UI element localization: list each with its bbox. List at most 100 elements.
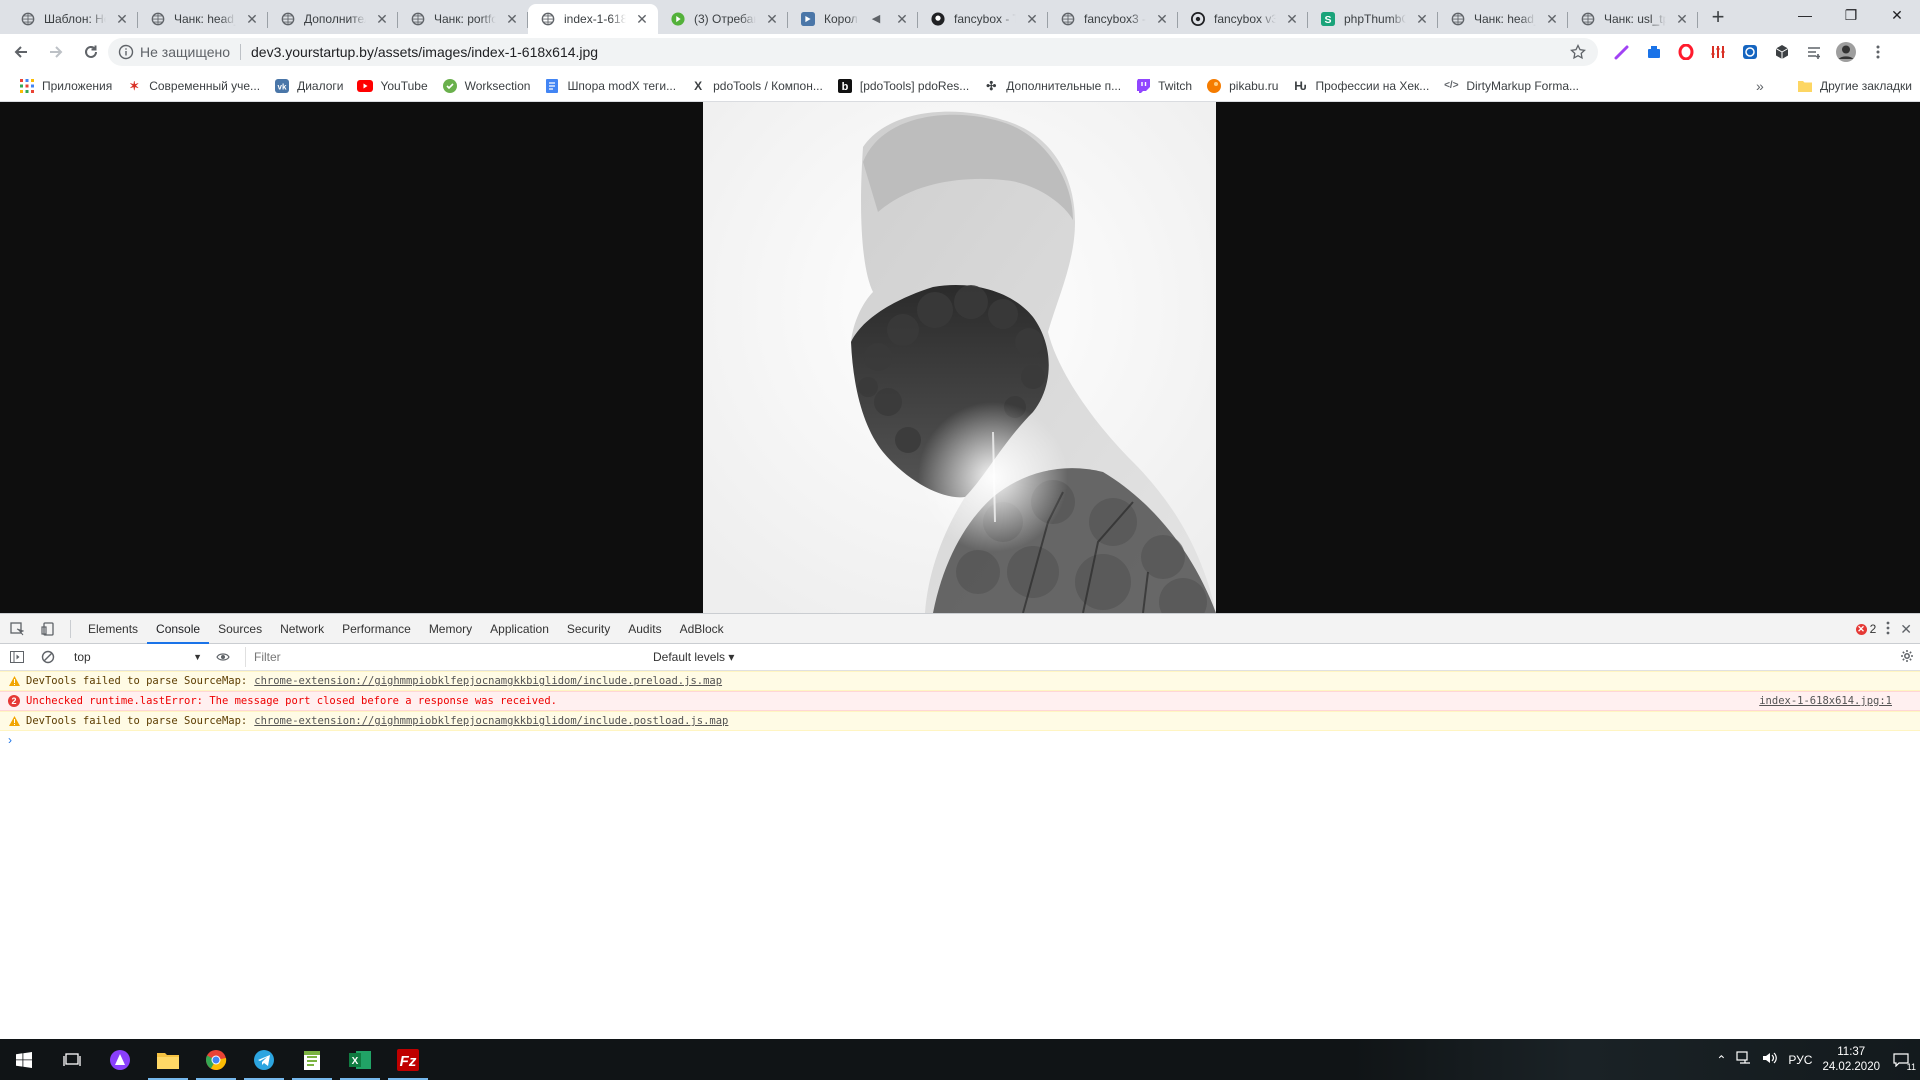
volume-icon[interactable]: [1762, 1051, 1778, 1068]
close-tab-icon[interactable]: ✕: [374, 11, 390, 27]
new-tab-button[interactable]: +: [1704, 4, 1732, 32]
close-tab-icon[interactable]: ✕: [1674, 11, 1690, 27]
notepad-plus-icon[interactable]: [288, 1039, 336, 1080]
alice-icon[interactable]: [96, 1039, 144, 1080]
browser-tab[interactable]: Чанк: head_tpl ✕: [1438, 4, 1568, 34]
file-explorer-icon[interactable]: [144, 1039, 192, 1080]
devtools-tab-memory[interactable]: Memory: [420, 614, 481, 644]
minimize-button[interactable]: —: [1782, 0, 1828, 30]
bookmark-item[interactable]: Ԋ Профессии на Хек...: [1285, 72, 1436, 100]
bookmark-item[interactable]: YouTube: [350, 72, 434, 100]
equalizer-extension-icon[interactable]: [1706, 38, 1730, 66]
windows-start-icon[interactable]: [0, 1039, 48, 1080]
console-prompt[interactable]: ›: [0, 731, 1920, 749]
reload-button[interactable]: [77, 38, 105, 66]
input-language[interactable]: РУС: [1788, 1053, 1812, 1067]
devtools-menu-icon[interactable]: [1886, 621, 1890, 638]
show-sidebar-icon[interactable]: [3, 643, 31, 671]
security-label[interactable]: Не защищено: [140, 44, 230, 60]
action-center-icon[interactable]: 11: [1890, 1050, 1916, 1072]
browser-tab[interactable]: Чанк: head_tpl ✕: [138, 4, 268, 34]
reading-list-icon[interactable]: [1802, 38, 1826, 66]
device-toolbar-icon[interactable]: [34, 615, 62, 643]
close-window-button[interactable]: ✕: [1874, 0, 1920, 30]
close-tab-icon[interactable]: ✕: [764, 11, 780, 27]
console-settings-gear-icon[interactable]: [1900, 649, 1914, 666]
sourcemap-link[interactable]: chrome-extension://gighmmpiobklfepjocnam…: [254, 715, 728, 727]
close-tab-icon[interactable]: ✕: [1414, 11, 1430, 27]
message-source-link[interactable]: index-1-618x614.jpg:1: [1759, 695, 1892, 707]
devtools-tab-security[interactable]: Security: [558, 614, 619, 644]
browser-tab[interactable]: fancybox v3 ✕: [1178, 4, 1308, 34]
browser-tab[interactable]: Дополнительные ✕: [268, 4, 398, 34]
devtools-tab-network[interactable]: Network: [271, 614, 333, 644]
task-view-icon[interactable]: [48, 1039, 96, 1080]
bookmark-apps[interactable]: Приложения: [12, 72, 119, 100]
close-tab-icon[interactable]: ✕: [1284, 11, 1300, 27]
back-button[interactable]: [7, 38, 35, 66]
devtools-tab-elements[interactable]: Elements: [79, 614, 147, 644]
inspect-element-icon[interactable]: [3, 615, 31, 643]
devtools-tab-sources[interactable]: Sources: [209, 614, 271, 644]
close-tab-icon[interactable]: ✕: [894, 11, 910, 27]
browser-tab[interactable]: Чанк: usl_tpl ✕: [1568, 4, 1698, 34]
close-tab-icon[interactable]: ✕: [1024, 11, 1040, 27]
close-tab-icon[interactable]: ✕: [634, 11, 650, 27]
bookmark-item[interactable]: Twitch: [1128, 72, 1199, 100]
filezilla-icon[interactable]: Fz: [384, 1039, 432, 1080]
bookmark-item[interactable]: </> DirtyMarkup Forma...: [1436, 72, 1586, 100]
telegram-icon[interactable]: [240, 1039, 288, 1080]
clear-console-icon[interactable]: [34, 643, 62, 671]
bookmark-item[interactable]: vk Диалоги: [267, 72, 350, 100]
portrait-image[interactable]: [703, 102, 1216, 613]
close-tab-icon[interactable]: ✕: [244, 11, 260, 27]
live-expression-eye-icon[interactable]: [209, 643, 237, 671]
forward-button[interactable]: [42, 38, 70, 66]
console-filter-input[interactable]: [245, 647, 645, 667]
close-tab-icon[interactable]: ✕: [1154, 11, 1170, 27]
url-text[interactable]: dev3.yourstartup.by/assets/images/index-…: [251, 44, 598, 60]
browser-tab[interactable]: Чанк: portfolio ✕: [398, 4, 528, 34]
devtools-tab-application[interactable]: Application: [481, 614, 558, 644]
browser-tab[interactable]: S phpThumbOf ✕: [1308, 4, 1438, 34]
browser-tab[interactable]: Шаблон: Header ✕: [8, 4, 138, 34]
sourcemap-link[interactable]: chrome-extension://gighmmpiobklfepjocnam…: [254, 675, 722, 687]
clock[interactable]: 11:37 24.02.2020: [1822, 1045, 1880, 1075]
bookmark-item[interactable]: pikabu.ru: [1199, 72, 1285, 100]
cube-extension-icon[interactable]: [1770, 38, 1794, 66]
browser-tab-active[interactable]: index-1-618x614.jpg ✕: [528, 4, 658, 34]
log-levels-dropdown[interactable]: Default levels ▾: [653, 650, 734, 664]
browser-menu-icon[interactable]: [1866, 38, 1890, 66]
bookmark-item[interactable]: b [pdoTools] pdoRes...: [830, 72, 976, 100]
color-picker-extension-icon[interactable]: [1610, 38, 1634, 66]
address-bar[interactable]: Не защищено dev3.yourstartup.by/assets/i…: [108, 38, 1598, 66]
translate-extension-icon[interactable]: [1642, 38, 1666, 66]
bookmark-item[interactable]: X pdoTools / Компон...: [683, 72, 830, 100]
restore-button[interactable]: ❐: [1828, 0, 1874, 30]
context-select[interactable]: top ▼: [70, 647, 206, 667]
devtools-tab-console[interactable]: Console: [147, 614, 210, 644]
speaker-muted-icon[interactable]: ◀︎: [866, 11, 886, 27]
error-counter[interactable]: ✕ 2: [1855, 622, 1876, 636]
devtools-tab-audits[interactable]: Audits: [619, 614, 670, 644]
network-icon[interactable]: [1736, 1051, 1752, 1068]
bookmarks-overflow-icon[interactable]: »: [1756, 78, 1764, 94]
close-tab-icon[interactable]: ✕: [1544, 11, 1560, 27]
bookmark-other[interactable]: Другие закладки: [1790, 72, 1919, 100]
opera-extension-icon[interactable]: [1674, 38, 1698, 66]
devtools-tab-performance[interactable]: Performance: [333, 614, 420, 644]
browser-tab[interactable]: fancybox - Tilda ✕: [918, 4, 1048, 34]
bookmark-item[interactable]: ✶ Современный уче...: [119, 72, 267, 100]
browser-tab[interactable]: (3) Отребаные ✕: [658, 4, 788, 34]
bookmark-item[interactable]: ✣ Дополнительные п...: [976, 72, 1128, 100]
excel-icon[interactable]: X: [336, 1039, 384, 1080]
bookmark-item[interactable]: Шпора modX теги...: [537, 72, 683, 100]
avatar[interactable]: [1834, 38, 1858, 66]
target-extension-icon[interactable]: [1738, 38, 1762, 66]
bookmark-item[interactable]: Worksection: [435, 72, 538, 100]
browser-tab[interactable]: fancybox3 - doc ✕: [1048, 4, 1178, 34]
tray-overflow-chevron-icon[interactable]: ⌃: [1716, 1053, 1726, 1067]
info-icon[interactable]: [118, 44, 134, 60]
close-devtools-icon[interactable]: ✕: [1900, 621, 1912, 638]
close-tab-icon[interactable]: ✕: [114, 11, 130, 27]
